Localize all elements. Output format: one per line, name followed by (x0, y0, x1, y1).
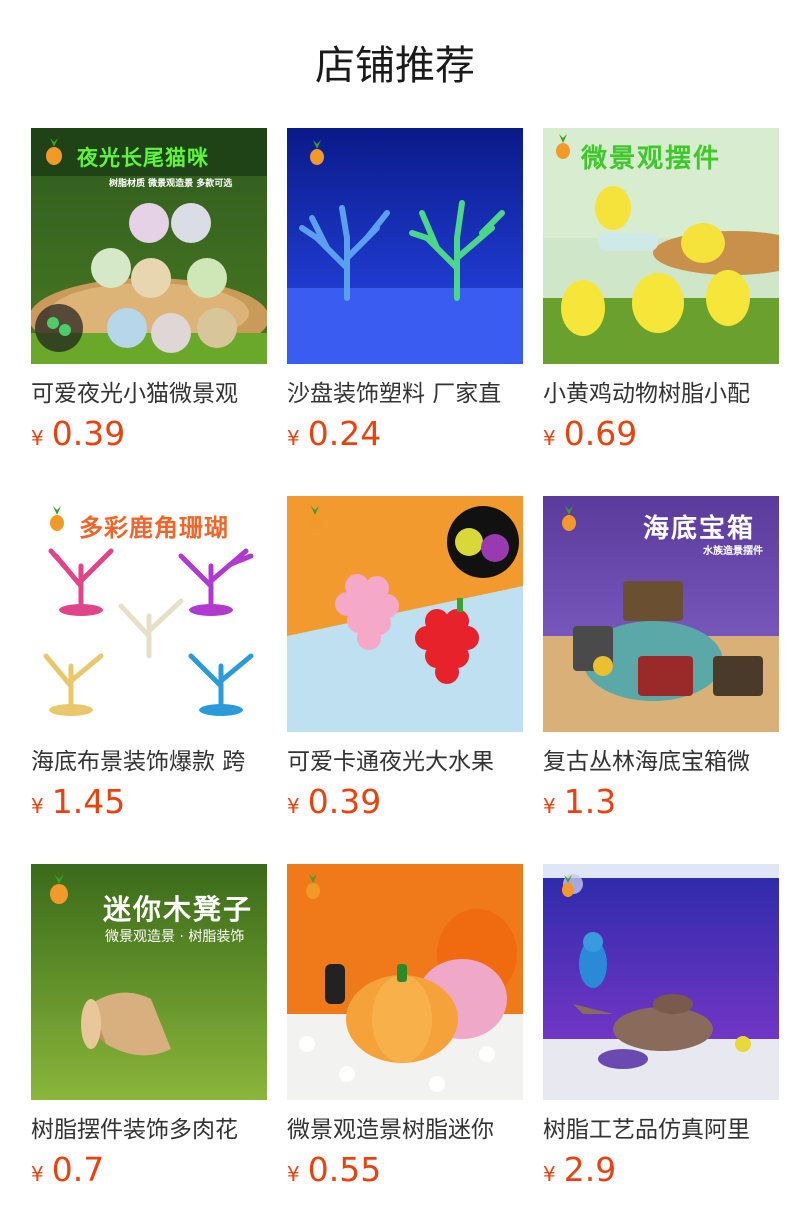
product-name[interactable]: 沙盘装饰塑料 厂家直 (287, 378, 523, 410)
product-price: ¥ 1.45 (31, 782, 267, 826)
product-price: ¥ 1.3 (543, 782, 779, 826)
product-grid: 夜光长尾猫咪 树脂材质 微景观造景 多款可选 可爱夜光小猫微景观 ¥ 0.39 (31, 128, 779, 1232)
price-amount: 1.45 (51, 782, 126, 821)
product-image[interactable] (287, 496, 523, 732)
price-amount: 0.39 (307, 782, 382, 821)
product-price: ¥ 0.39 (31, 414, 267, 458)
product-price: ¥ 0.39 (287, 782, 523, 826)
product-name[interactable]: 树脂摆件装饰多肉花 (31, 1114, 267, 1146)
product-card[interactable]: 海底宝箱 水族造景摆件 复古丛林海底宝箱微 ¥ 1.3 (543, 496, 779, 864)
product-image[interactable]: 多彩鹿角珊瑚 (31, 496, 267, 732)
product-card[interactable]: 迷你木凳子 微景观造景 · 树脂装饰 树脂摆件装饰多肉花 ¥ 0.7 (31, 864, 267, 1232)
product-image[interactable]: 微景观摆件 (543, 128, 779, 364)
product-name[interactable]: 可爱卡通夜光大水果 (287, 746, 523, 778)
currency-symbol: ¥ (31, 1162, 44, 1186)
price-amount: 0.55 (307, 1150, 382, 1189)
currency-symbol: ¥ (543, 794, 556, 818)
image-banner-text: 多彩鹿角珊瑚 (79, 514, 229, 542)
price-amount: 0.24 (307, 414, 382, 453)
product-card[interactable]: 微景观造景树脂迷你 ¥ 0.55 (287, 864, 523, 1232)
product-card[interactable]: 夜光长尾猫咪 树脂材质 微景观造景 多款可选 可爱夜光小猫微景观 ¥ 0.39 (31, 128, 267, 496)
product-card[interactable]: 微景观摆件 小黄鸡动物树脂小配 ¥ 0.69 (543, 128, 779, 496)
product-image[interactable] (287, 864, 523, 1100)
product-card[interactable]: 树脂工艺品仿真阿里 ¥ 2.9 (543, 864, 779, 1232)
product-name[interactable]: 可爱夜光小猫微景观 (31, 378, 267, 410)
product-price: ¥ 2.9 (543, 1150, 779, 1194)
product-name[interactable]: 微景观造景树脂迷你 (287, 1114, 523, 1146)
product-card[interactable]: 可爱卡通夜光大水果 ¥ 0.39 (287, 496, 523, 864)
brand-logo-icon (305, 504, 325, 532)
price-amount: 2.9 (563, 1150, 617, 1189)
image-banner-subtext: 微景观造景 · 树脂装饰 (105, 929, 245, 945)
product-image[interactable]: 海底宝箱 水族造景摆件 (543, 496, 779, 732)
currency-symbol: ¥ (543, 1162, 556, 1186)
image-banner-subtext: 水族造景摆件 (703, 546, 763, 557)
brand-logo-icon (47, 504, 67, 532)
currency-symbol: ¥ (31, 794, 44, 818)
product-card[interactable]: 沙盘装饰塑料 厂家直 ¥ 0.24 (287, 128, 523, 496)
brand-logo-icon (303, 872, 323, 900)
price-amount: 1.3 (563, 782, 617, 821)
product-image[interactable]: 迷你木凳子 微景观造景 · 树脂装饰 (31, 864, 267, 1100)
image-banner-text: 迷你木凳子 (103, 893, 254, 926)
brand-logo-icon (553, 132, 573, 160)
product-price: ¥ 0.24 (287, 414, 523, 458)
currency-symbol: ¥ (287, 426, 300, 450)
image-banner-subtext: 树脂材质 微景观造景 多款可选 (109, 179, 233, 189)
image-banner-text: 夜光长尾猫咪 (77, 146, 209, 170)
product-image[interactable] (543, 864, 779, 1100)
brand-logo-icon (559, 874, 577, 898)
price-amount: 0.69 (563, 414, 638, 453)
currency-symbol: ¥ (287, 1162, 300, 1186)
brand-logo-icon (43, 136, 65, 166)
product-card[interactable]: 多彩鹿角珊瑚 海底布景装饰爆款 跨 ¥ 1.45 (31, 496, 267, 864)
product-name[interactable]: 海底布景装饰爆款 跨 (31, 746, 267, 778)
product-name[interactable]: 树脂工艺品仿真阿里 (543, 1114, 779, 1146)
product-price: ¥ 0.55 (287, 1150, 523, 1194)
product-image[interactable] (287, 128, 523, 364)
brand-logo-icon (47, 872, 71, 906)
price-amount: 0.39 (51, 414, 126, 453)
currency-symbol: ¥ (543, 426, 556, 450)
brand-logo-icon (559, 504, 579, 532)
image-banner-text: 海底宝箱 (643, 514, 756, 544)
product-name[interactable]: 复古丛林海底宝箱微 (543, 746, 779, 778)
currency-symbol: ¥ (287, 794, 300, 818)
brand-logo-icon (307, 138, 327, 166)
image-banner-text: 微景观摆件 (581, 144, 722, 174)
product-price: ¥ 0.7 (31, 1150, 267, 1194)
price-amount: 0.7 (51, 1150, 105, 1189)
currency-symbol: ¥ (31, 426, 44, 450)
page-title: 店铺推荐 (315, 43, 475, 89)
product-price: ¥ 0.69 (543, 414, 779, 458)
product-name[interactable]: 小黄鸡动物树脂小配 (543, 378, 779, 410)
product-image[interactable]: 夜光长尾猫咪 树脂材质 微景观造景 多款可选 (31, 128, 267, 364)
